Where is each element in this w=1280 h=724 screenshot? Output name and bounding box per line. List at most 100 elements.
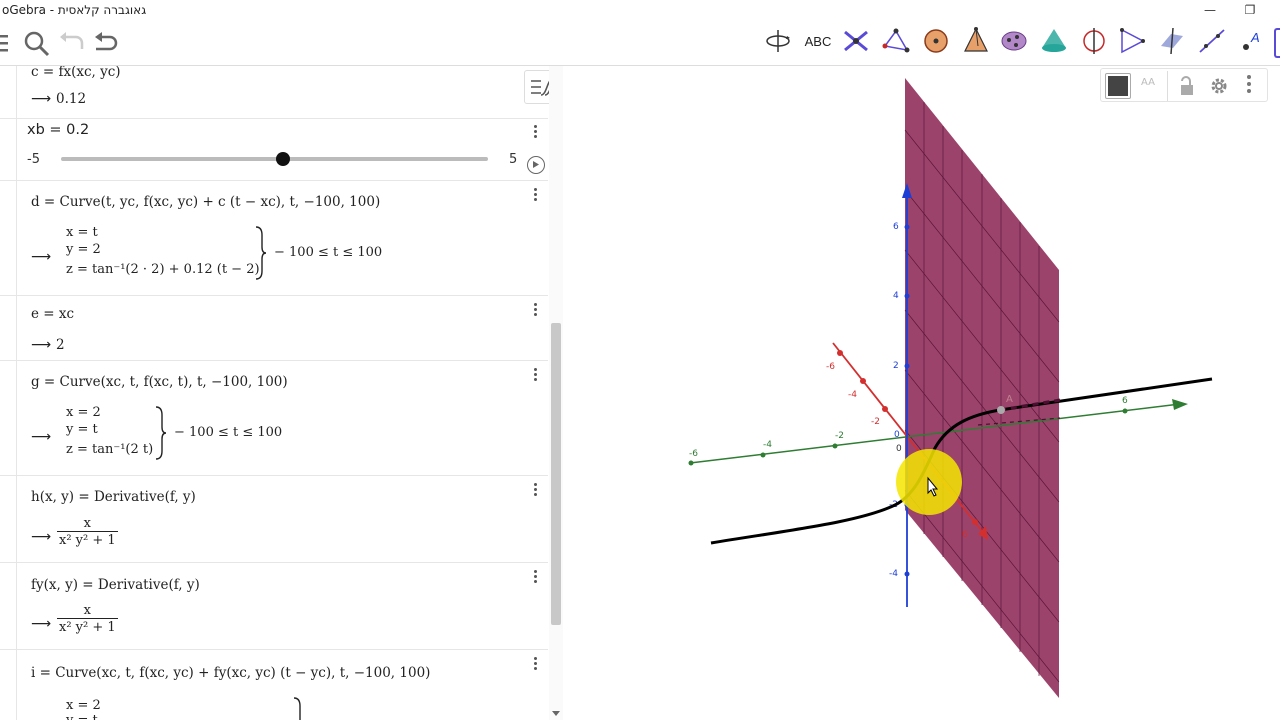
- z-tick-label: -4: [889, 569, 898, 579]
- slider-definition[interactable]: xb = 0.2: [27, 122, 89, 138]
- graphics-3d-view[interactable]: -6 -4 -2 6 -6 -4 -2 6 6 4 2 0 -2 -4 0 A: [564, 66, 1280, 720]
- scrollbar-thumb[interactable]: [551, 323, 561, 625]
- visibility-toggle[interactable]: [0, 119, 17, 180]
- slider-knob[interactable]: [276, 152, 291, 166]
- item-definition[interactable]: g = Curve(xc, t, f(xc, t), t, −100, 100): [31, 374, 288, 390]
- item-output: 0.12: [56, 91, 87, 107]
- y-tick-label: 6: [1122, 396, 1128, 406]
- angle-tool[interactable]: [1114, 23, 1150, 59]
- algebra-item-c[interactable]: c = fx(xc, yc) ⟶ 0.12: [0, 66, 548, 119]
- curve-output-x: x = t: [66, 225, 98, 240]
- algebra-item-fy[interactable]: fy(x, y) = Derivative(f, y) ⟶ x x² y² + …: [0, 563, 548, 650]
- minimize-button[interactable]: —: [1190, 0, 1230, 20]
- visibility-toggle[interactable]: [0, 66, 17, 118]
- restore-button[interactable]: ❐: [1230, 0, 1270, 20]
- right-brace: [255, 226, 267, 280]
- net-tool[interactable]: [996, 23, 1032, 59]
- origin-label: 0: [896, 444, 902, 454]
- algebra-item-e[interactable]: e = xc ⟶ 2: [0, 296, 548, 361]
- scroll-down-icon[interactable]: [551, 709, 561, 717]
- item-definition[interactable]: fy(x, y) = Derivative(f, y): [31, 577, 200, 593]
- redo-icon[interactable]: [58, 29, 88, 57]
- item-menu-icon[interactable]: [527, 366, 543, 384]
- item-menu-icon[interactable]: [527, 568, 543, 586]
- item-definition[interactable]: c = fx(xc, yc): [31, 66, 121, 80]
- fraction-denominator: x² y² + 1: [57, 618, 118, 635]
- pyramid-tool[interactable]: [958, 23, 994, 59]
- visibility-toggle[interactable]: [0, 296, 17, 360]
- gear-icon[interactable]: [1209, 76, 1229, 96]
- point-tool[interactable]: A: [1234, 23, 1270, 59]
- curve-output-y: y = 2: [66, 242, 101, 257]
- svg-text:A: A: [1250, 30, 1260, 45]
- algebra-view: c = fx(xc, yc) ⟶ 0.12 xb = 0.2 -5 5 d = …: [0, 66, 563, 720]
- play-icon[interactable]: [527, 156, 545, 174]
- line-tool[interactable]: [1194, 23, 1230, 59]
- curve-output-y: y = t: [66, 422, 98, 437]
- item-definition[interactable]: h(x, y) = Derivative(f, y): [31, 489, 196, 505]
- cone-tool[interactable]: [1036, 23, 1072, 59]
- algebra-item-g[interactable]: g = Curve(xc, t, f(xc, t), t, −100, 100)…: [0, 361, 548, 476]
- slider-min-label: -5: [27, 152, 40, 167]
- z-tick-label: 2: [893, 361, 899, 371]
- text-tool[interactable]: ABC: [800, 23, 836, 59]
- item-definition[interactable]: e = xc: [31, 306, 74, 322]
- curve-output-y: y = t: [66, 712, 98, 720]
- label-style-icon[interactable]: AA: [1141, 77, 1155, 88]
- fraction-denominator: x² y² + 1: [57, 531, 118, 548]
- lock-icon[interactable]: [1179, 76, 1197, 96]
- item-menu-icon[interactable]: [527, 655, 543, 673]
- output-arrow: ⟶: [31, 337, 52, 353]
- output-arrow: ⟶: [31, 429, 52, 445]
- item-definition[interactable]: i = Curve(xc, t, f(xc, yc) + fy(xc, yc) …: [31, 665, 430, 681]
- rotate-view-tool[interactable]: [760, 23, 796, 59]
- algebra-item-xb[interactable]: xb = 0.2 -5 5: [0, 119, 548, 181]
- visibility-toggle[interactable]: [0, 181, 17, 295]
- x-tick-label: -4: [848, 390, 857, 400]
- y-axis-arrow: [1172, 399, 1188, 410]
- item-menu-icon[interactable]: [527, 301, 543, 319]
- polygon-tool[interactable]: [878, 23, 914, 59]
- fraction-numerator: x: [83, 516, 91, 531]
- undo-icon[interactable]: [92, 29, 122, 57]
- item-menu-icon[interactable]: [527, 481, 543, 499]
- curve-parameter-range: − 100 ≤ t ≤ 100: [274, 245, 383, 260]
- toolbar: ABC A: [0, 20, 1280, 66]
- visibility-toggle[interactable]: [0, 476, 17, 562]
- curve-output-x: x = 2: [66, 405, 101, 420]
- slider-track[interactable]: [61, 157, 488, 161]
- x-tick-label: 6: [962, 530, 968, 540]
- derivative-output: x x² y² + 1: [57, 516, 118, 548]
- item-output: 2: [56, 337, 65, 353]
- item-menu-icon[interactable]: [527, 186, 543, 204]
- z-tick-label: 6: [893, 222, 899, 232]
- derivative-output: x x² y² + 1: [57, 603, 118, 635]
- x-tick-label: -6: [826, 362, 835, 372]
- search-icon[interactable]: [22, 29, 52, 57]
- more-menu-icon[interactable]: [1247, 75, 1251, 93]
- visibility-toggle[interactable]: [0, 361, 17, 475]
- point-a-label: A: [1006, 394, 1013, 405]
- color-button[interactable]: [1105, 73, 1131, 99]
- 3d-scene[interactable]: -6 -4 -2 6 -6 -4 -2 6 6 4 2 0 -2 -4 0 A: [564, 66, 1280, 720]
- slider-max-label: 5: [509, 152, 518, 167]
- algebra-item-d[interactable]: d = Curve(t, yc, f(xc, yc) + c (t − xc),…: [0, 181, 548, 296]
- toolbar-more-button[interactable]: [1274, 28, 1280, 58]
- item-menu-icon[interactable]: [527, 123, 543, 141]
- y-tick-label: -2: [835, 431, 844, 441]
- color-swatch: [1108, 76, 1128, 96]
- circle-axis-tool[interactable]: [1076, 23, 1112, 59]
- point-a[interactable]: [997, 406, 1005, 414]
- output-arrow: ⟶: [31, 529, 52, 545]
- intersect-tool[interactable]: [838, 23, 874, 59]
- algebra-item-h[interactable]: h(x, y) = Derivative(f, y) ⟶ x x² y² + 1: [0, 476, 548, 563]
- item-definition[interactable]: d = Curve(t, yc, f(xc, yc) + c (t − xc),…: [31, 194, 380, 210]
- z-tick-label: 0: [894, 430, 900, 440]
- plane-tool[interactable]: [1154, 23, 1190, 59]
- visibility-toggle[interactable]: [0, 650, 17, 720]
- visibility-toggle[interactable]: [0, 563, 17, 649]
- output-arrow: ⟶: [31, 91, 52, 107]
- sphere-tool[interactable]: [918, 23, 954, 59]
- algebra-item-i[interactable]: i = Curve(xc, t, f(xc, yc) + fy(xc, yc) …: [0, 650, 548, 720]
- title-bar: oGebra - גאוגברה קלאסית — ❐: [0, 0, 1280, 20]
